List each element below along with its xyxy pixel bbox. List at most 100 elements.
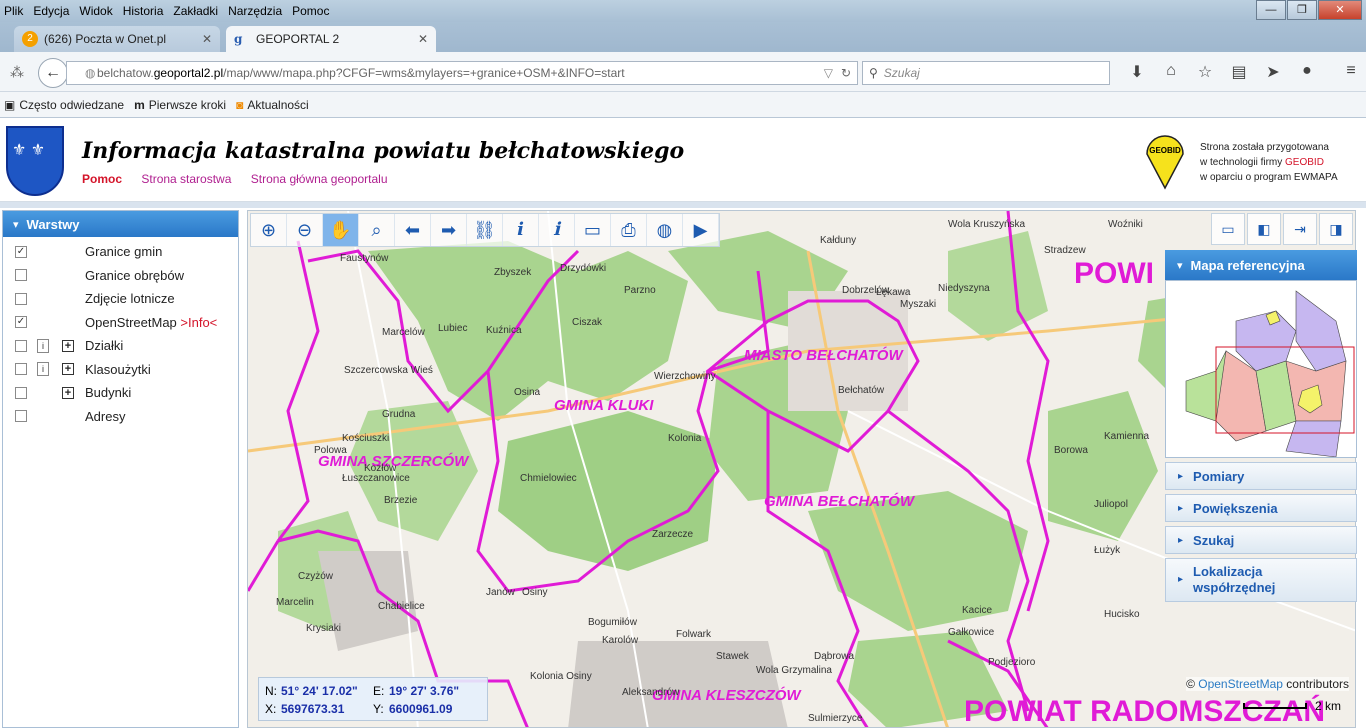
zoom-out-icon[interactable]: ⊖	[287, 214, 323, 246]
scale-label: 2 km	[1314, 699, 1341, 713]
hamburger-menu-icon[interactable]: ≡	[1334, 62, 1366, 82]
maximize-icon[interactable]: ❐	[1287, 0, 1317, 20]
bookmark-pierwsze[interactable]: Pierwsze kroki	[149, 98, 226, 112]
layout-top-icon[interactable]: ▭	[1211, 213, 1245, 245]
ref-map-header[interactable]: Mapa referencyjna	[1165, 250, 1357, 280]
layer-checkbox[interactable]: ✓	[15, 245, 27, 258]
layer-info-icon[interactable]: i	[37, 362, 49, 377]
camera-icon[interactable]: ▶	[683, 214, 719, 246]
credit-line: Strona została przygotowana	[1200, 142, 1329, 153]
url-bar[interactable]: ◍ belchatow. geoportal2.pl/map/www/mapa.p…	[66, 61, 858, 85]
menu-item-widok[interactable]: Widok	[79, 4, 112, 18]
back-button[interactable]: ←	[38, 58, 68, 88]
layout-right-icon[interactable]: ◨	[1319, 213, 1353, 245]
menu-item-plik[interactable]: Plik	[4, 4, 23, 18]
layer-checkbox[interactable]	[15, 410, 27, 423]
link-icon[interactable]: ⛓	[467, 214, 503, 246]
close-tab-icon[interactable]: ✕	[202, 32, 212, 46]
menu-item-zakladki[interactable]: Zakładki	[173, 4, 218, 18]
link-starostwo[interactable]: Strona starostwa	[141, 172, 231, 186]
map-label-powiat-top: POWI	[1074, 257, 1154, 290]
bookmark-folder-icon: ▣	[4, 97, 16, 112]
layer-checkbox[interactable]	[15, 363, 27, 376]
coord-y-value: 6600961.09	[389, 702, 453, 716]
info-doc-icon[interactable]: ℹ	[539, 214, 575, 246]
section-szukaj[interactable]: Szukaj	[1165, 526, 1357, 554]
town-label: Krysiaki	[306, 623, 342, 634]
layers-panel-header[interactable]: Warstwy	[3, 211, 238, 237]
town-label: Ciszak	[572, 317, 603, 328]
header-divider[interactable]	[0, 202, 1366, 208]
globe-icon[interactable]: ◍	[647, 214, 683, 246]
expand-icon[interactable]: +	[62, 339, 74, 352]
layer-granice-gmin: ✓ Granice gmin	[3, 240, 238, 264]
history-icon[interactable]: ⁂	[10, 64, 24, 81]
menu-item-narzedzia[interactable]: Narzędzia	[228, 4, 282, 18]
layer-checkbox[interactable]: ✓	[15, 316, 27, 329]
print-icon[interactable]: ⎙	[611, 214, 647, 246]
reload-icon[interactable]: ↻	[841, 66, 851, 80]
page-title: Informacja katastralna powiatu bełchatow…	[82, 138, 685, 164]
zoom-box-icon[interactable]: ⌕	[359, 214, 395, 246]
measure-ruler-icon[interactable]: ▭	[575, 214, 611, 246]
layer-checkbox[interactable]	[15, 292, 27, 305]
link-pomoc[interactable]: Pomoc	[82, 172, 122, 186]
arrow-forward-icon[interactable]: ➡	[431, 214, 467, 246]
extension-icon[interactable]: ●	[1290, 62, 1324, 82]
section-powiekszenia[interactable]: Powiększenia	[1165, 494, 1357, 522]
menu-item-historia[interactable]: Historia	[123, 4, 164, 18]
zoom-in-icon[interactable]: ⊕	[251, 214, 287, 246]
reference-map-canvas[interactable]	[1166, 281, 1356, 458]
pan-hand-icon[interactable]: ✋	[323, 214, 359, 246]
geobid-logo-text: GEOBID	[1149, 146, 1181, 155]
bookmark-aktualnosci[interactable]: Aktualności	[247, 98, 308, 112]
exit-icon[interactable]: ⇥	[1283, 213, 1317, 245]
tab-poczta[interactable]: 2 (626) Poczta w Onet.pl ✕	[14, 26, 220, 52]
reference-map[interactable]	[1165, 280, 1357, 458]
map-attribution: © OpenStreetMap contributors	[1186, 677, 1349, 691]
layer-label: OpenStreetMap >Info<	[85, 315, 217, 330]
osm-info-link[interactable]: >Info<	[180, 315, 217, 330]
bookmark-czesto[interactable]: Często odwiedzane	[19, 98, 124, 112]
attribution-suffix: contributors	[1282, 677, 1349, 691]
town-label: Łuszczanowice	[342, 473, 410, 484]
expand-icon[interactable]: +	[62, 386, 74, 399]
expand-icon[interactable]: +	[62, 363, 74, 376]
close-tab-icon[interactable]: ✕	[418, 32, 428, 46]
link-glowna[interactable]: Strona główna geoportalu	[251, 172, 388, 186]
close-window-icon[interactable]: ✕	[1318, 0, 1362, 20]
layer-info-icon[interactable]: i	[37, 338, 49, 353]
layer-checkbox[interactable]	[15, 386, 27, 399]
section-lokalizacja[interactable]: Lokalizacjawspółrzędnej	[1165, 558, 1357, 602]
section-label-line: współrzędnej	[1193, 580, 1276, 595]
arrow-back-icon[interactable]: ⬅	[395, 214, 431, 246]
home-icon[interactable]: ⌂	[1154, 62, 1188, 82]
menu-item-edycja[interactable]: Edycja	[33, 4, 69, 18]
minimize-icon[interactable]: —	[1256, 0, 1286, 20]
menu-item-pomoc[interactable]: Pomoc	[292, 4, 329, 18]
section-pomiary[interactable]: Pomiary	[1165, 462, 1357, 490]
town-label: Osina	[514, 387, 541, 398]
coord-e-value: 19° 27' 3.76"	[389, 684, 460, 698]
bookmark-star-icon[interactable]: ☆	[1188, 62, 1222, 82]
credit-brand[interactable]: GEOBID	[1285, 157, 1324, 168]
geobid-logo-icon: GEOBID	[1146, 135, 1184, 190]
town-label: Faustynów	[340, 253, 389, 264]
coord-n-label: N:	[265, 684, 277, 698]
info-icon[interactable]: i	[503, 214, 539, 246]
osm-link[interactable]: OpenStreetMap	[1198, 677, 1283, 691]
layout-left-icon[interactable]: ◧	[1247, 213, 1281, 245]
browser-window: Plik Edycja Widok Historia Zakładki Narz…	[0, 0, 1366, 728]
layer-adresy: Adresy	[3, 405, 238, 429]
download-icon[interactable]: ⬇	[1120, 62, 1154, 82]
layer-checkbox[interactable]	[15, 339, 27, 352]
window-controls: — ❐ ✕	[1255, 0, 1362, 20]
search-input[interactable]: ⚲ Szukaj	[862, 61, 1110, 85]
send-icon[interactable]: ➤	[1256, 62, 1290, 82]
dropdown-icon[interactable]: ▽	[824, 66, 833, 80]
tab-geoportal[interactable]: g GEOPORTAL 2 ✕	[226, 26, 436, 52]
reading-list-icon[interactable]: ▤	[1222, 62, 1256, 82]
town-label: Brzezie	[384, 495, 418, 506]
town-label: Janów	[486, 587, 515, 598]
layer-checkbox[interactable]	[15, 269, 27, 282]
